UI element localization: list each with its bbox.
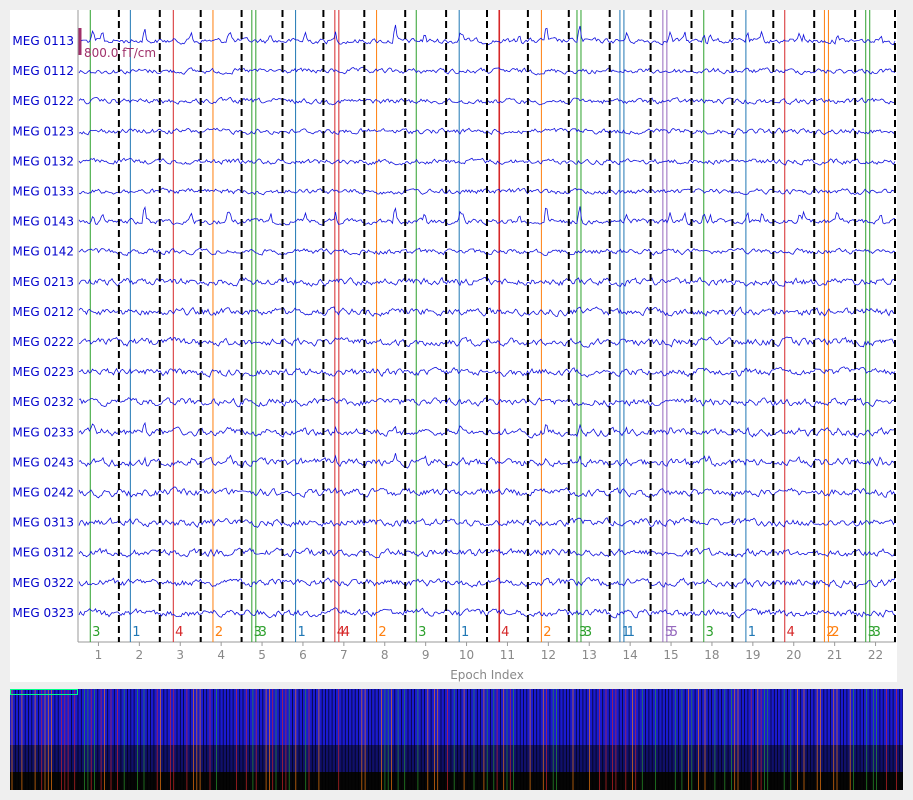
event-id-label: 3 (873, 625, 881, 640)
channel-label[interactable]: MEG 0243 (12, 455, 74, 469)
x-tick-label: 8 (381, 648, 389, 662)
x-tick-label: 18 (704, 648, 719, 662)
channel-label[interactable]: MEG 0133 (12, 185, 74, 199)
channel-label[interactable]: MEG 0143 (12, 215, 74, 229)
event-id-label: 3 (259, 625, 267, 640)
event-id-label: 5 (670, 625, 678, 640)
event-id-label: 1 (461, 625, 469, 640)
channel-label[interactable]: MEG 0242 (12, 486, 74, 500)
x-tick-label: 14 (623, 648, 638, 662)
event-id-label: 2 (378, 625, 386, 640)
event-id-label: 4 (787, 625, 795, 640)
channel-label[interactable]: MEG 0223 (12, 365, 74, 379)
overview-bar[interactable] (10, 689, 904, 790)
channel-label[interactable]: MEG 0232 (12, 395, 74, 409)
channel-label[interactable]: MEG 0112 (12, 64, 74, 78)
event-id-label: 2 (215, 625, 223, 640)
channel-label[interactable]: MEG 0113 (12, 34, 74, 48)
x-tick-label: 9 (422, 648, 430, 662)
event-id-label: 3 (706, 625, 714, 640)
x-tick-label: 2 (136, 648, 144, 662)
epochs-browser-panel: 3 1 4 2 3 3 1 4 4 2 3 1 4 2 3 3 1 1 5 5 3 1 4 2 2 3 3 MEG 0113 MEG 0… (10, 10, 897, 682)
overview-strip[interactable] (10, 689, 904, 790)
channel-label[interactable]: MEG 0123 (12, 124, 74, 138)
channel-label[interactable]: MEG 0323 (12, 606, 74, 620)
channel-label[interactable]: MEG 0122 (12, 94, 74, 108)
x-tick-label: 10 (459, 648, 474, 662)
event-id-label: 2 (831, 625, 839, 640)
channel-label[interactable]: MEG 0222 (12, 335, 74, 349)
x-tick-label: 3 (176, 648, 184, 662)
channel-label[interactable]: MEG 0132 (12, 154, 74, 168)
event-id-label: 4 (175, 625, 183, 640)
event-id-label: 1 (748, 625, 756, 640)
channel-label[interactable]: MEG 0313 (12, 516, 74, 530)
channel-label[interactable]: MEG 0322 (12, 576, 74, 590)
event-id-label: 4 (342, 625, 350, 640)
channel-labels: MEG 0113 MEG 0112 MEG 0122 MEG 0123 MEG 0132… (12, 34, 74, 620)
channel-label[interactable]: MEG 0213 (12, 275, 74, 289)
epochs-plot[interactable]: 3 1 4 2 33 1 44 2 3 1 4 2 33 11 55 3 1 4 22 33MEG 0113MEG 0… (10, 10, 897, 682)
x-tick-label: 19 (745, 648, 760, 662)
x-tick-label: 15 (663, 648, 678, 662)
x-tick-label: 5 (258, 648, 266, 662)
x-tick-label: 7 (340, 648, 348, 662)
x-tick-label: 11 (500, 648, 515, 662)
epoch-borders (117, 10, 896, 642)
x-tick-labels: 1 2 3 4 5 6 7 8 9 10 11 12 13 14 15 18 19 20 21 22 (95, 642, 883, 662)
x-tick-label: 22 (868, 648, 883, 662)
x-tick-label: 12 (541, 648, 556, 662)
channel-label[interactable]: MEG 0212 (12, 305, 74, 319)
event-id-label: 1 (297, 625, 305, 640)
event-id-label: 2 (543, 625, 551, 640)
event-id-label: 4 (501, 625, 509, 640)
x-tick-label: 4 (217, 648, 225, 662)
event-id-label: 1 (627, 625, 635, 640)
event-id-label: 3 (418, 625, 426, 640)
channel-label[interactable]: MEG 0233 (12, 425, 74, 439)
event-id-label: 3 (584, 625, 592, 640)
x-tick-label: 13 (582, 648, 597, 662)
x-tick-label: 1 (95, 648, 103, 662)
x-tick-label: 6 (299, 648, 307, 662)
channel-label[interactable]: MEG 0142 (12, 245, 74, 259)
x-axis-title: Epoch Index (450, 668, 524, 682)
x-tick-label: 20 (786, 648, 801, 662)
event-id-label: 3 (92, 625, 100, 640)
event-markers: 3 1 4 2 33 1 44 2 3 1 4 2 33 11 55 3 1 4 22 33 (89, 10, 881, 642)
scalebar-label: 800.0 fT/cm (84, 46, 156, 60)
x-tick-label: 21 (827, 648, 842, 662)
event-id-label: 1 (132, 625, 140, 640)
channel-label[interactable]: MEG 0312 (12, 546, 74, 560)
